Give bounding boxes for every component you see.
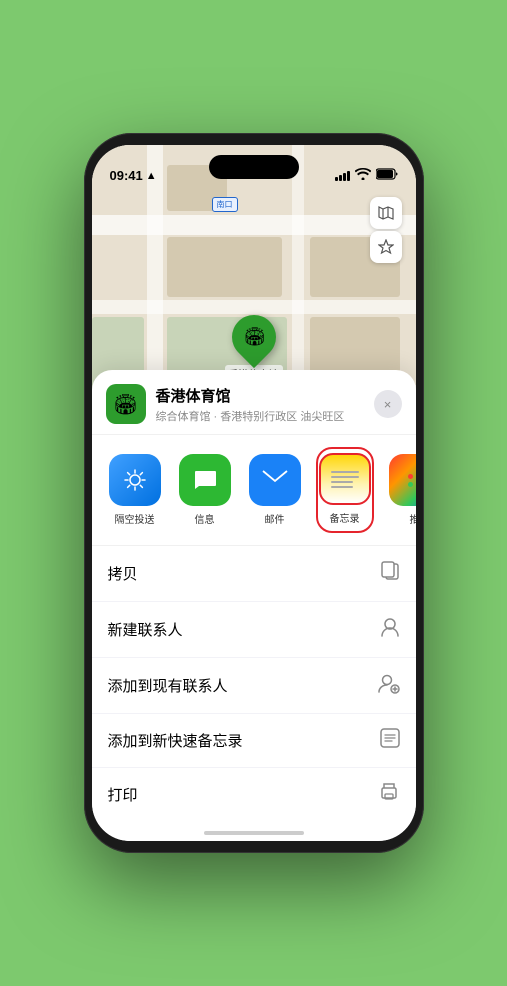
print-label: 打印	[108, 784, 138, 805]
add-contact-icon	[378, 672, 400, 699]
dot-red	[408, 474, 413, 479]
mail-icon	[249, 454, 301, 506]
status-icons	[335, 168, 398, 183]
copy-label: 拷贝	[108, 563, 138, 584]
map-controls	[370, 197, 402, 263]
messages-label: 信息	[195, 511, 215, 526]
notes-icon	[319, 453, 371, 505]
share-item-notes[interactable]: 备忘录	[316, 447, 374, 533]
airdrop-label: 隔空投送	[115, 511, 155, 526]
signal-bars	[335, 171, 350, 181]
venue-logo: 🏟	[106, 384, 146, 424]
more-label: 推	[410, 511, 416, 526]
messages-icon	[179, 454, 231, 506]
airdrop-icon	[109, 454, 161, 506]
close-button[interactable]: ×	[374, 390, 402, 418]
quick-note-icon	[380, 728, 400, 753]
phone-screen: 09:41 ▲	[92, 145, 416, 841]
notes-line-4	[331, 486, 353, 488]
location-icon: ▲	[146, 170, 157, 182]
pin-icon: 🏟	[222, 306, 284, 368]
home-indicator-area	[92, 821, 416, 841]
more-icon	[389, 454, 416, 506]
venue-name: 香港体育馆	[156, 385, 374, 406]
notes-line-1	[331, 471, 359, 473]
phone-frame: 09:41 ▲	[84, 133, 424, 853]
status-time: 09:41	[110, 168, 143, 183]
map-type-button[interactable]	[370, 197, 402, 229]
signal-bar-3	[343, 173, 346, 181]
add-contact-label: 添加到现有联系人	[108, 675, 228, 696]
menu-item-copy[interactable]: 拷贝	[92, 546, 416, 602]
print-icon	[378, 782, 400, 807]
bottom-sheet: 🏟 香港体育馆 综合体育馆 · 香港特别行政区 油尖旺区 × 隔空投送	[92, 370, 416, 841]
share-item-airdrop[interactable]: 隔空投送	[106, 454, 164, 526]
more-dots	[408, 474, 416, 487]
quick-note-label: 添加到新快速备忘录	[108, 730, 243, 751]
entrance-label: 南口	[212, 197, 238, 212]
menu-item-new-contact[interactable]: 新建联系人	[92, 602, 416, 658]
share-item-messages[interactable]: 信息	[176, 454, 234, 526]
sheet-header: 🏟 香港体育馆 综合体育馆 · 香港特别行政区 油尖旺区 ×	[92, 370, 416, 435]
menu-item-quick-note[interactable]: 添加到新快速备忘录	[92, 714, 416, 768]
new-contact-label: 新建联系人	[108, 619, 183, 640]
menu-item-add-contact[interactable]: 添加到现有联系人	[92, 658, 416, 714]
home-indicator	[204, 831, 304, 835]
location-button[interactable]	[370, 231, 402, 263]
share-item-more[interactable]: 推	[386, 454, 416, 526]
share-row: 隔空投送 信息 邮件	[92, 435, 416, 546]
notes-line-2	[331, 476, 359, 478]
notes-lines	[331, 471, 359, 488]
signal-bar-1	[335, 177, 338, 181]
dynamic-island	[209, 155, 299, 179]
venue-subtitle: 综合体育馆 · 香港特别行政区 油尖旺区	[156, 408, 374, 424]
mail-label: 邮件	[265, 511, 285, 526]
venue-info: 香港体育馆 综合体育馆 · 香港特别行政区 油尖旺区	[156, 385, 374, 424]
notes-label: 备忘录	[330, 510, 360, 525]
notes-line-3	[331, 481, 353, 483]
menu-item-print[interactable]: 打印	[92, 768, 416, 821]
share-item-mail[interactable]: 邮件	[246, 454, 304, 526]
pin-inner: 🏟	[242, 327, 265, 348]
signal-bar-2	[339, 175, 342, 181]
battery-icon	[376, 168, 398, 183]
new-contact-icon	[380, 616, 400, 643]
wifi-icon	[355, 168, 371, 183]
dot-green	[408, 482, 413, 487]
signal-bar-4	[347, 171, 350, 181]
copy-icon	[380, 560, 400, 587]
